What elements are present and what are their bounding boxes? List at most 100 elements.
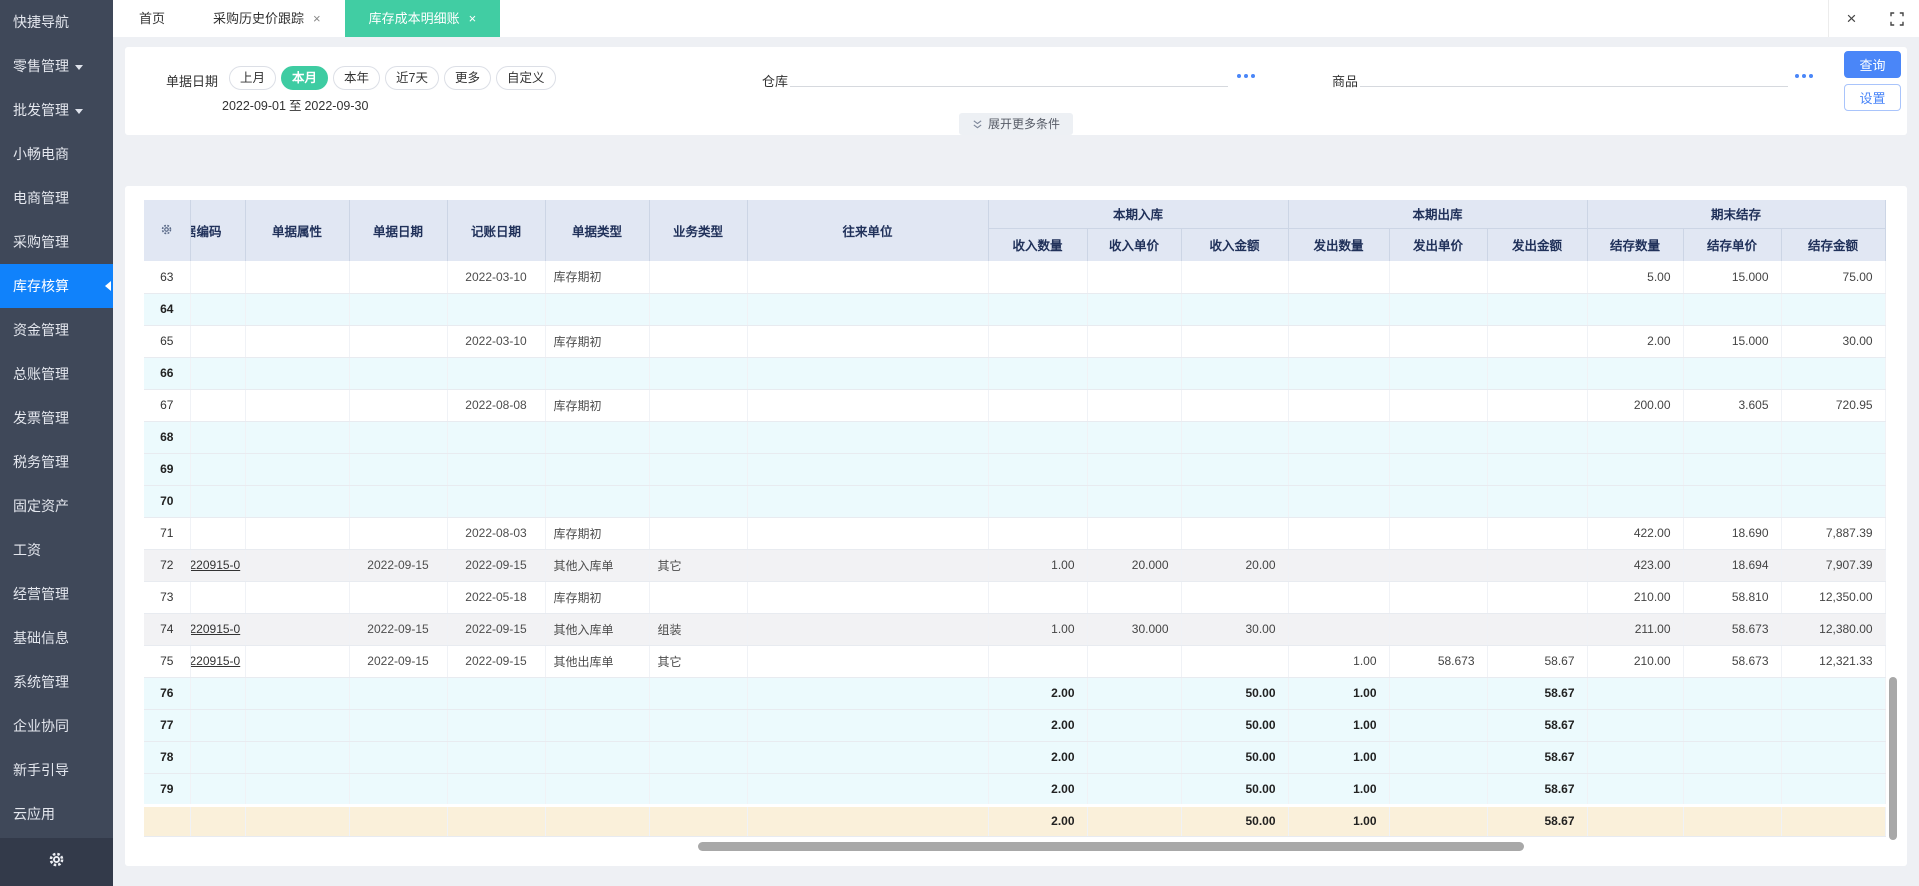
sidebar-item-11[interactable]: 固定资产 [0,484,113,528]
tab-2[interactable]: 库存成本明细账 × [344,0,501,37]
fullscreen-icon[interactable] [1874,0,1919,37]
sidebar-item-2[interactable]: 批发管理 [0,88,113,132]
group-label: 期末结存 [1711,208,1762,223]
date-pill-3[interactable]: 近7天 [385,66,439,90]
cell-num: 71 [144,517,191,550]
cell-book-date: 2022-09-15 [447,613,546,646]
cell-biz-type: 其它 [649,645,748,678]
total-row[interactable]: 2.00 50.00 1.00 58.67 [144,803,1886,837]
cell-in-amt [1181,421,1289,454]
more-dots-icon[interactable] [1237,74,1258,78]
cell-in-qty: 2.00 [988,741,1088,774]
cell-in-qty: 2.00 [988,677,1088,710]
cell-attr [245,357,350,390]
cell-in-amt [1181,357,1289,390]
sidebar-item-0[interactable]: 快捷导航 [0,0,113,44]
cell-out-price [1389,803,1488,837]
table-row-70[interactable]: 70 [144,485,1886,518]
warehouse-input[interactable] [790,63,1228,87]
sidebar-item-15[interactable]: 系统管理 [0,660,113,704]
sidebar-settings-button[interactable] [0,838,113,886]
cell-bill-date [349,357,448,390]
horizontal-scrollbar[interactable] [698,842,1524,851]
cell-code: 220915-0 [190,645,246,678]
table-row-75[interactable]: 75 220915-0 2022-09-15 2022-09-15 其他出库单 其它 1.0… [144,645,1886,678]
cell-num: 73 [144,581,191,614]
cell-bal-amt [1781,421,1886,454]
table-row-68[interactable]: 68 [144,421,1886,454]
cell-partner [747,549,989,582]
sidebar-item-label: 快捷导航 [13,14,69,30]
document-code-link[interactable]: 220915-0 [190,622,240,636]
sidebar-item-7[interactable]: 资金管理 [0,308,113,352]
date-range-value[interactable]: 2022-09-01 至 2022-09-30 [222,95,371,114]
table-row-78[interactable]: 78 2.00 50.00 1.00 58.67 [144,741,1886,774]
gear-icon [48,851,65,873]
table-row-72[interactable]: 72 220915-0 2022-09-15 2022-09-15 其他入库单 其它 1.0… [144,549,1886,582]
product-input[interactable] [1360,63,1788,87]
cell-bal-price [1683,677,1782,710]
table-row-66[interactable]: 66 [144,357,1886,390]
cell-in-qty [988,261,1088,294]
cell-biz-type [649,517,748,550]
table-row-79[interactable]: 79 2.00 50.00 1.00 58.67 [144,773,1886,806]
settings-button[interactable]: 设置 [1844,84,1901,111]
close-icon[interactable]: × [1829,0,1874,37]
sidebar-item-4[interactable]: 电商管理 [0,176,113,220]
sidebar-item-18[interactable]: 云应用 [0,792,113,836]
cell-bal-price [1683,293,1782,326]
date-pill-4[interactable]: 更多 [444,66,492,90]
sidebar-item-6[interactable]: 库存核算 [0,264,113,308]
query-button[interactable]: 查询 [1844,51,1901,78]
cell-in-price [1087,421,1182,454]
date-pill-1[interactable]: 本月 [281,66,329,90]
document-code-link[interactable]: 220915-0 [190,654,240,668]
cell-bal-price [1683,709,1782,742]
more-dots-icon[interactable] [1795,74,1816,78]
sidebar-item-8[interactable]: 总账管理 [0,352,113,396]
column-label: 单据类型 [571,225,622,239]
tab-0[interactable]: 首页 [115,0,189,37]
table-row-76[interactable]: 76 2.00 50.00 1.00 58.67 [144,677,1886,710]
date-pill-5[interactable]: 自定义 [496,66,556,90]
table-row-65[interactable]: 65 2022-03-10 库存期初 2.00 15.000 30.00 [144,325,1886,358]
cell-in-price [1087,803,1182,837]
close-icon[interactable]: × [469,11,477,26]
cell-bal-qty [1587,709,1684,742]
close-icon[interactable]: × [313,11,321,26]
date-pill-2[interactable]: 本年 [333,66,381,90]
table-row-71[interactable]: 71 2022-08-03 库存期初 422.00 18.690 7,887.39 [144,517,1886,550]
sidebar-item-13[interactable]: 经营管理 [0,572,113,616]
cell-bill-type: 库存期初 [545,517,650,550]
table-row-64[interactable]: 64 [144,293,1886,326]
cell-book-date: 2022-09-15 [447,645,546,678]
cell-out-qty: 1.00 [1288,741,1390,774]
sidebar-item-5[interactable]: 采购管理 [0,220,113,264]
sidebar-item-9[interactable]: 发票管理 [0,396,113,440]
table-row-73[interactable]: 73 2022-05-18 库存期初 210.00 58.810 12,350.00 [144,581,1886,614]
table-row-63[interactable]: 63 2022-03-10 库存期初 5.00 15.000 75.00 [144,261,1886,294]
vertical-scrollbar[interactable] [1889,677,1897,840]
tab-1[interactable]: 采购历史价跟踪 × [189,0,345,37]
document-code-link[interactable]: 220915-0 [190,558,240,572]
date-pill-0[interactable]: 上月 [229,66,277,90]
table-row-77[interactable]: 77 2.00 50.00 1.00 58.67 [144,709,1886,742]
cell-out-qty [1288,613,1390,646]
sidebar-item-16[interactable]: 企业协同 [0,704,113,748]
sidebar-item-14[interactable]: 基础信息 [0,616,113,660]
table-row-67[interactable]: 67 2022-08-08 库存期初 200.00 3.605 720.95 [144,389,1886,422]
sidebar-item-12[interactable]: 工资 [0,528,113,572]
table-row-69[interactable]: 69 [144,453,1886,486]
cell-biz-type [649,421,748,454]
expand-more-button[interactable]: 展开更多条件 [958,113,1074,135]
cell-bal-price: 58.673 [1683,645,1782,678]
sidebar-item-3[interactable]: 小畅电商 [0,132,113,176]
table-row-74[interactable]: 74 220915-0 2022-09-15 2022-09-15 其他入库单 组装 1.0… [144,613,1886,646]
sidebar-item-17[interactable]: 新手引导 [0,748,113,792]
cell-book-date [447,803,546,837]
sidebar-item-10[interactable]: 税务管理 [0,440,113,484]
cell-bill-type [545,421,650,454]
cell-bal-amt: 30.00 [1781,325,1886,358]
sidebar-item-1[interactable]: 零售管理 [0,44,113,88]
grid-settings-gear-icon[interactable] [144,200,191,261]
